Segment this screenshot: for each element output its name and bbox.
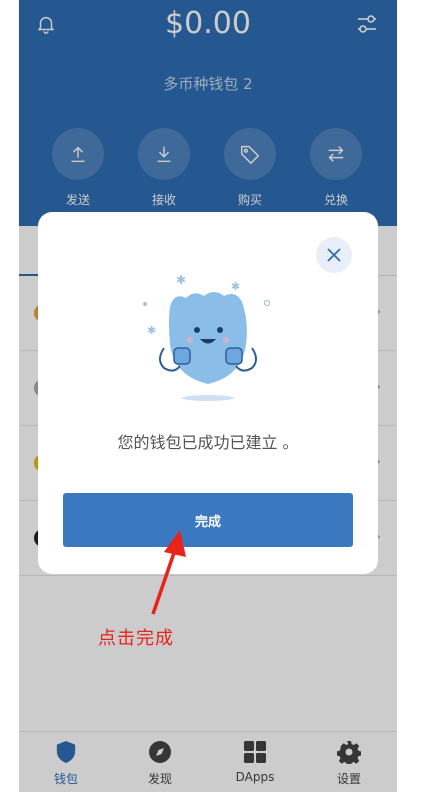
success-message: 您的钱包已成功已建立 。 — [117, 433, 299, 452]
done-button[interactable]: 完成 — [63, 493, 353, 547]
mascot-illustration: ✱ ✱ ✱ — [143, 273, 271, 401]
svg-text:✱: ✱ — [147, 324, 156, 337]
close-button[interactable] — [316, 237, 352, 273]
svg-text:✱: ✱ — [176, 273, 186, 287]
close-icon — [327, 248, 341, 262]
annotation-label: 点击完成 — [98, 628, 174, 649]
wallet-created-dialog: ✱ ✱ ✱ 您的钱包已成功已建立 。 完成 — [38, 212, 378, 574]
svg-text:✱: ✱ — [231, 280, 240, 293]
